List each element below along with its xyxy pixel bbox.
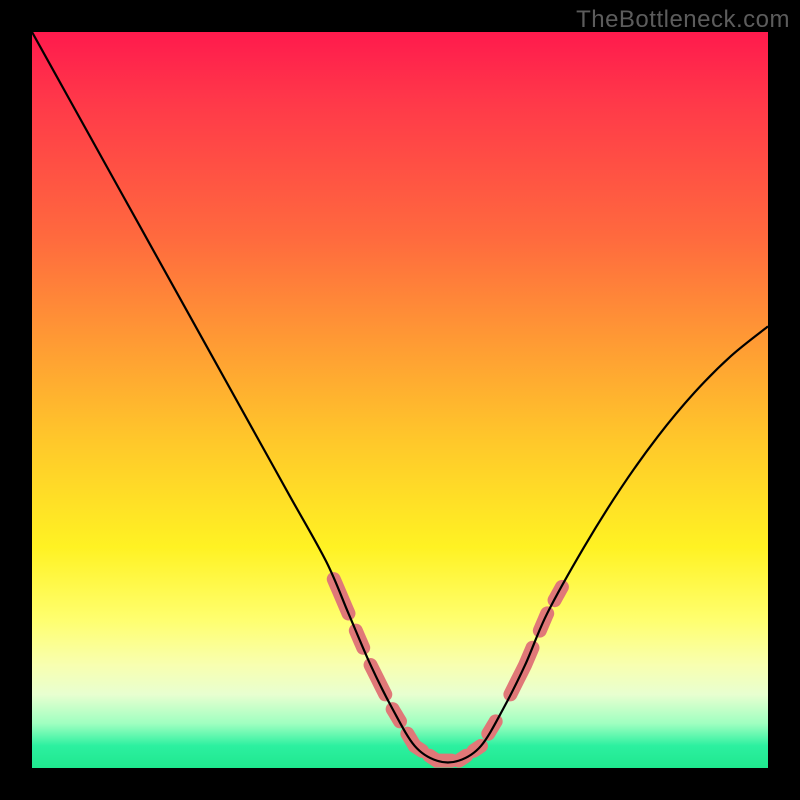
curve-marker [407,734,422,751]
curve-svg [32,32,768,768]
chart-frame: TheBottleneck.com [0,0,800,800]
bottleneck-curve [32,32,768,762]
marker-layer [334,579,562,761]
plot-area [32,32,768,768]
watermark-text: TheBottleneck.com [576,6,790,34]
